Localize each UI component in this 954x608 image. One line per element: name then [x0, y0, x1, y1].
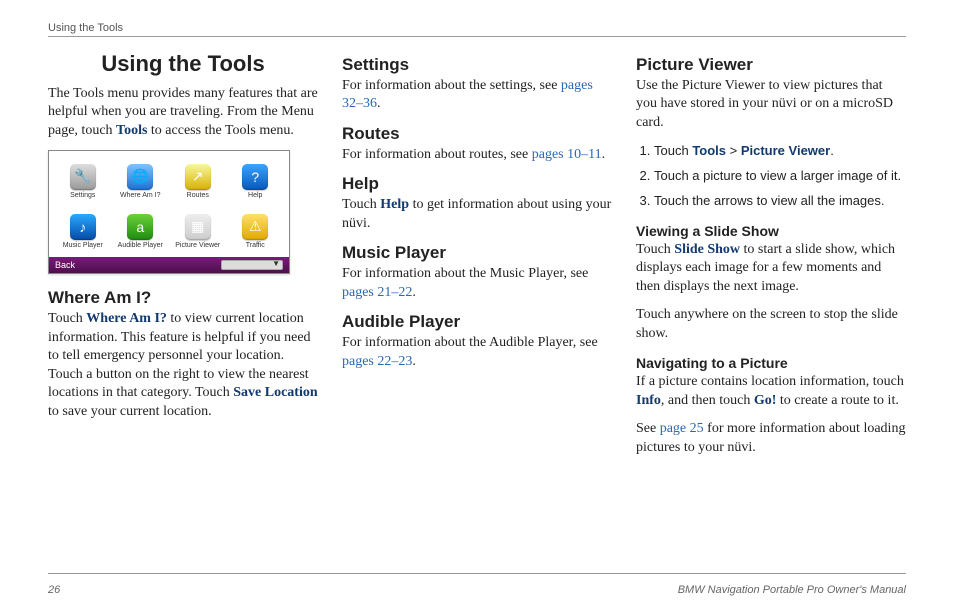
tool-help-icon-glyph: ?: [242, 164, 268, 190]
step-2: Touch a picture to view a larger image o…: [654, 167, 906, 186]
heading-routes: Routes: [342, 124, 612, 144]
tool-settings-icon-glyph: 🔧: [70, 164, 96, 190]
heading-audible-player: Audible Player: [342, 312, 612, 332]
footer-manual-title: BMW Navigation Portable Pro Owner's Manu…: [678, 584, 906, 596]
tool-traffic-icon-label: Traffic: [246, 242, 265, 249]
slide-show-paragraph-1: Touch Slide Show to start a slide show, …: [636, 241, 906, 296]
tool-help-icon-label: Help: [248, 192, 262, 199]
term-picture-viewer-step: Picture Viewer: [741, 143, 830, 158]
tool-picture-viewer-icon: ▦ Picture Viewer: [170, 207, 226, 255]
tool-audible-player-icon: a Audible Player: [113, 207, 169, 255]
tool-music-player-icon: ♪ Music Player: [55, 207, 111, 255]
tool-routes-icon-label: Routes: [187, 192, 209, 199]
term-save-location: Save Location: [233, 385, 317, 400]
term-help: Help: [380, 197, 409, 212]
content-columns: Using the Tools The Tools menu provides …: [48, 47, 906, 547]
tool-music-player-icon-label: Music Player: [63, 242, 103, 249]
footer: 26 BMW Navigation Portable Pro Owner's M…: [48, 584, 906, 596]
tool-traffic-icon: ⚠ Traffic: [228, 207, 284, 255]
tool-picture-viewer-icon-glyph: ▦: [185, 214, 211, 240]
tool-where-am-i-icon: 🌐 Where Am I?: [113, 157, 169, 205]
routes-paragraph: For information about routes, see pages …: [342, 146, 612, 164]
column-1: Using the Tools The Tools menu provides …: [48, 47, 318, 547]
heading-navigating-picture: Navigating to a Picture: [636, 355, 906, 371]
term-tools: Tools: [116, 123, 147, 138]
running-head: Using the Tools: [48, 22, 906, 34]
link-page-25[interactable]: page 25: [660, 421, 704, 436]
page-number: 26: [48, 584, 60, 596]
scroll-indicator-icon: [221, 260, 283, 270]
link-pages-10-11[interactable]: pages 10–11: [532, 147, 602, 162]
tool-settings-icon: 🔧 Settings: [55, 157, 111, 205]
intro-post: to access the Tools menu.: [147, 123, 294, 138]
step-1: Touch Tools > Picture Viewer.: [654, 142, 906, 161]
link-pages-22-23[interactable]: pages 22–23: [342, 354, 412, 369]
navigating-paragraph-2: See page 25 for more information about l…: [636, 420, 906, 457]
picture-viewer-intro: Use the Picture Viewer to view pictures …: [636, 77, 906, 132]
tool-music-player-icon-glyph: ♪: [70, 214, 96, 240]
where-paragraph: Touch Where Am I? to view current locati…: [48, 310, 318, 421]
step-3: Touch the arrows to view all the images.: [654, 192, 906, 211]
heading-picture-viewer: Picture Viewer: [636, 55, 906, 75]
tool-where-am-i-icon-glyph: 🌐: [127, 164, 153, 190]
tool-routes-icon-glyph: ↗: [185, 164, 211, 190]
tools-grid: 🔧 Settings 🌐 Where Am I? ↗ Routes? Help ♪ Music …: [49, 151, 289, 257]
bottom-rule: [48, 573, 906, 574]
term-where-am-i: Where Am I?: [86, 311, 167, 326]
column-2: Settings For information about the setti…: [342, 47, 612, 547]
top-rule: [48, 36, 906, 37]
tool-audible-player-icon-glyph: a: [127, 214, 153, 240]
term-info: Info: [636, 393, 661, 408]
back-button-label: Back: [55, 260, 75, 270]
term-tools-step: Tools: [692, 143, 726, 158]
audible-paragraph: For information about the Audible Player…: [342, 334, 612, 371]
heading-music-player: Music Player: [342, 243, 612, 263]
tools-menu-screenshot: 🔧 Settings 🌐 Where Am I? ↗ Routes? Help ♪ Music …: [48, 150, 290, 274]
tool-audible-player-icon-label: Audible Player: [118, 242, 163, 249]
help-paragraph: Touch Help to get information about usin…: [342, 196, 612, 233]
heading-settings: Settings: [342, 55, 612, 75]
term-go: Go!: [754, 393, 777, 408]
picture-viewer-steps: Touch Tools > Picture Viewer. Touch a pi…: [636, 142, 906, 211]
slide-show-paragraph-2: Touch anywhere on the screen to stop the…: [636, 306, 906, 343]
column-3: Picture Viewer Use the Picture Viewer to…: [636, 47, 906, 547]
tool-traffic-icon-glyph: ⚠: [242, 214, 268, 240]
navigating-paragraph-1: If a picture contains location informati…: [636, 373, 906, 410]
tool-settings-icon-label: Settings: [70, 192, 95, 199]
heading-slide-show: Viewing a Slide Show: [636, 223, 906, 239]
link-pages-21-22[interactable]: pages 21–22: [342, 285, 412, 300]
heading-help: Help: [342, 174, 612, 194]
tool-help-icon: ? Help: [228, 157, 284, 205]
term-slide-show: Slide Show: [674, 242, 740, 257]
intro-paragraph: The Tools menu provides many features th…: [48, 85, 318, 140]
tools-bottom-bar: Back: [49, 257, 289, 273]
settings-paragraph: For information about the settings, see …: [342, 77, 612, 114]
tool-where-am-i-icon-label: Where Am I?: [120, 192, 160, 199]
music-paragraph: For information about the Music Player, …: [342, 265, 612, 302]
tool-routes-icon: ↗ Routes: [170, 157, 226, 205]
heading-where-am-i: Where Am I?: [48, 288, 318, 308]
tool-picture-viewer-icon-label: Picture Viewer: [175, 242, 220, 249]
page-title: Using the Tools: [48, 51, 318, 77]
